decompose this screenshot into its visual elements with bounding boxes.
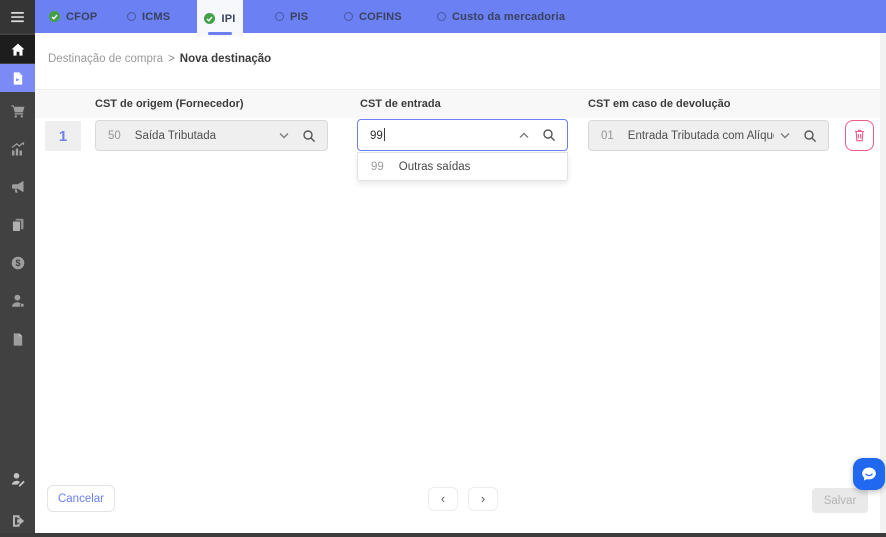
column-label-cst-devolucao: CST em caso de devolução	[588, 98, 730, 110]
sidebar-item-clients[interactable]	[0, 287, 35, 315]
window-bottom-edge	[0, 533, 886, 537]
sidebar-item-home[interactable]	[0, 35, 35, 63]
cancel-button[interactable]: Cancelar	[47, 485, 115, 512]
next-page-button[interactable]: ›	[468, 487, 498, 511]
tab-cofins[interactable]: COFINS	[344, 0, 402, 33]
cst-entrada-dropdown: 99 Outras saídas	[357, 152, 568, 181]
sidebar-item-reports[interactable]	[0, 135, 35, 163]
chart-icon	[10, 141, 26, 157]
cst-devolucao-select[interactable]: 01 Entrada Tributada com Alíquota Ze	[588, 120, 829, 151]
cst-entrada-input[interactable]: 99	[357, 119, 568, 151]
vertical-scrollbar[interactable]	[880, 33, 886, 533]
sidebar-item-announcements[interactable]	[0, 173, 35, 201]
sidebar-item-purchases[interactable]	[0, 97, 35, 125]
sidebar: $	[0, 0, 35, 537]
breadcrumb: Destinação de compra > Nova destinação	[48, 53, 271, 65]
cst-origem-label: Saída Tributada	[135, 130, 273, 142]
chevron-down-icon	[780, 132, 790, 139]
prev-page-button[interactable]: ‹	[428, 487, 458, 511]
cst-origem-code: 50	[108, 130, 121, 142]
chevron-down-icon	[279, 132, 289, 139]
radio-circle-icon	[275, 12, 284, 21]
tab-label: COFINS	[359, 11, 402, 23]
active-tab-underline	[208, 32, 232, 35]
cst-devolucao-label: Entrada Tributada com Alíquota Ze	[628, 130, 774, 142]
trash-icon	[853, 128, 866, 143]
search-icon[interactable]	[542, 128, 556, 142]
tab-label: ICMS	[142, 11, 170, 23]
menu-icon	[9, 10, 26, 24]
breadcrumb-parent[interactable]: Destinação de compra	[48, 53, 163, 65]
logout-icon	[10, 513, 26, 529]
cart-icon	[10, 103, 26, 119]
column-header-band: CST de origem (Fornecedor) CST de entrad…	[35, 89, 880, 118]
row-index-badge: 1	[45, 121, 81, 151]
tab-custo-da-mercadoria[interactable]: Custo da mercadoria	[437, 0, 565, 33]
radio-circle-icon	[127, 12, 136, 21]
page-icon	[10, 332, 25, 347]
sidebar-item-documents-active[interactable]	[0, 64, 35, 92]
breadcrumb-separator: >	[168, 53, 175, 65]
breadcrumb-current: Nova destinação	[180, 53, 271, 65]
tax-tabs-bar: CFOP ICMS IPI PIS COFINS Custo da mercad…	[35, 0, 886, 33]
tab-pis[interactable]: PIS	[275, 0, 308, 33]
cst-origem-select[interactable]: 50 Saída Tributada	[95, 120, 328, 151]
svg-text:$: $	[15, 258, 20, 268]
home-icon	[10, 42, 26, 57]
user-icon	[10, 293, 26, 309]
sidebar-item-logout[interactable]	[0, 507, 35, 535]
check-circle-icon	[49, 11, 60, 22]
tab-label: CFOP	[66, 11, 97, 23]
user-edit-icon	[10, 471, 26, 487]
save-button-disabled[interactable]: Salvar	[812, 488, 868, 513]
menu-button[interactable]	[0, 0, 35, 33]
main-content: Destinação de compra > Nova destinação CST…	[35, 33, 886, 537]
cst-devolucao-code: 01	[601, 130, 614, 142]
check-circle-icon	[204, 13, 215, 24]
sidebar-item-notes[interactable]	[0, 325, 35, 353]
radio-circle-icon	[437, 12, 446, 21]
app-window: $	[0, 0, 886, 537]
sidebar-item-profile[interactable]	[0, 465, 35, 493]
search-icon[interactable]	[302, 129, 316, 143]
tab-ipi-active[interactable]: IPI	[197, 0, 243, 37]
tab-cfop[interactable]: CFOP	[49, 0, 97, 33]
sidebar-item-finance[interactable]: $	[0, 249, 35, 277]
tab-label: Custo da mercadoria	[452, 11, 565, 23]
library-icon	[10, 217, 26, 233]
megaphone-icon	[10, 179, 26, 195]
dollar-icon: $	[10, 255, 26, 271]
tab-label: IPI	[221, 13, 235, 25]
document-add-icon	[10, 71, 25, 86]
delete-row-button[interactable]	[845, 120, 874, 151]
column-label-cst-origem: CST de origem (Fornecedor)	[95, 98, 244, 110]
tab-icms[interactable]: ICMS	[127, 0, 170, 33]
option-code: 99	[371, 161, 384, 173]
chat-launcher-button[interactable]	[853, 458, 885, 490]
chevron-up-icon	[519, 132, 529, 139]
dropdown-option-99[interactable]: 99 Outras saídas	[358, 153, 567, 180]
chat-bubble-icon	[858, 463, 880, 485]
tab-label: PIS	[290, 11, 308, 23]
cst-entrada-value: 99	[370, 130, 383, 142]
option-label: Outras saídas	[399, 161, 471, 173]
radio-circle-icon	[344, 12, 353, 21]
search-icon[interactable]	[803, 129, 817, 143]
text-caret	[384, 128, 385, 141]
column-label-cst-entrada: CST de entrada	[360, 98, 441, 110]
sidebar-item-library[interactable]	[0, 211, 35, 239]
